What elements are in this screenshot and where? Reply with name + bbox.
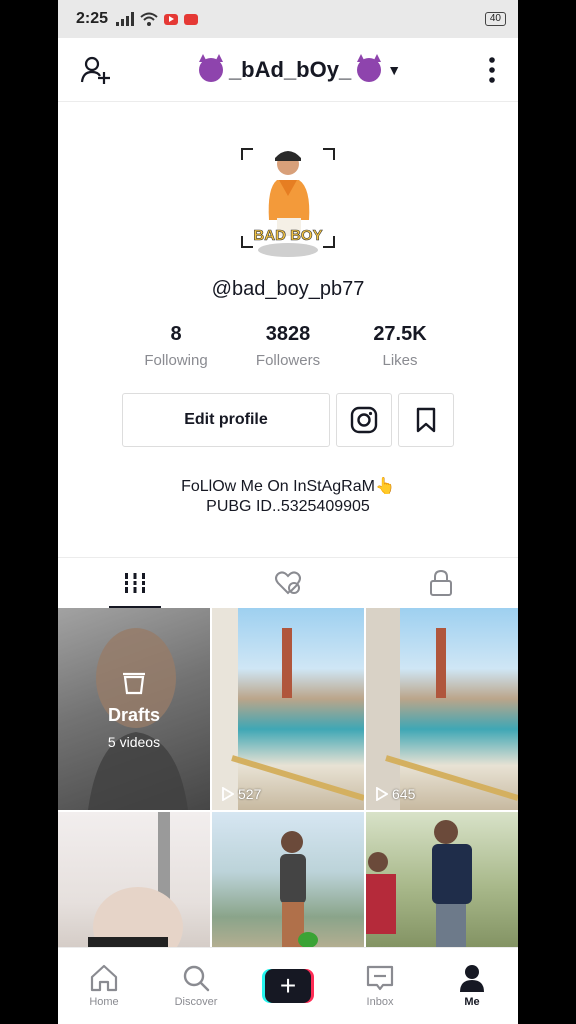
video-thumbnail-image [280,831,318,948]
video-grid: Drafts 5 videos 527 645 [58,608,518,962]
video-thumbnail[interactable]: 527 [212,608,364,810]
profile-stats: 8 Following 3828 Followers 27.5K Likes [58,323,518,369]
video-thumbnail[interactable]: 645 [366,608,518,810]
wifi-icon [140,12,158,26]
profile-tabs [58,557,518,608]
liked-hidden-icon [274,571,301,595]
username: @bad_boy_pb77 [211,278,365,300]
edit-profile-button[interactable]: Edit profile [122,393,330,447]
stat-label: Following [144,352,208,369]
signal-icon [116,12,135,26]
bio-line: PUBG ID..5325409905 [206,498,370,515]
video-thumbnail[interactable] [212,812,364,962]
devil-emoji-icon [198,53,223,82]
video-thumbnail-image [366,608,518,810]
nav-create[interactable]: + [242,969,334,1003]
devil-emoji-icon [357,53,382,82]
videos-grid-icon [123,573,146,593]
stat-label: Followers [255,352,321,369]
nav-discover[interactable]: Discover [150,964,242,1008]
stat-value: 27.5K [373,323,427,345]
video-thumbnail[interactable] [58,812,210,962]
video-thumbnail-image [88,812,183,962]
stat-value: 3828 [265,323,311,345]
instagram-icon [350,406,378,434]
video-thumbnail[interactable] [366,812,518,962]
play-icon [222,787,234,801]
tab-private[interactable] [365,558,518,608]
chevron-down-icon: ▼ [387,61,402,78]
bio-line: FoLlOw Me On InStAgRaM👆 [181,478,395,495]
profile-bio: FoLlOw Me On InStAgRaM👆 PUBG ID..5325409… [58,477,518,517]
instagram-button[interactable] [336,393,392,447]
inbox-icon [366,965,394,991]
status-icons [116,12,199,26]
nav-me[interactable]: Me [426,964,518,1008]
nav-label: Inbox [366,996,394,1008]
drafts-overlay: Drafts 5 videos [58,608,210,810]
drafts-box-icon [123,672,145,694]
profile-actions: Edit profile [58,393,518,447]
bottom-nav: Home Discover + Inbox Me [58,947,518,1024]
view-count-value: 645 [392,786,416,802]
play-icon [376,787,388,801]
view-count: 645 [376,786,415,802]
youtube-notification-icon [164,13,179,25]
nav-label: Home [89,996,119,1008]
video-thumbnail-image [366,820,472,962]
bookmark-icon [416,407,436,433]
stat-likes[interactable]: 27.5K Likes [344,323,456,369]
screen-record-icon [184,13,199,25]
search-icon [183,965,210,992]
more-vertical-icon[interactable] [488,56,496,83]
stat-following[interactable]: 8 Following [120,323,232,369]
nav-label: Me [464,996,480,1008]
nav-label: Discover [174,996,218,1008]
home-icon [90,964,118,992]
avatar-image: BAD BOY [253,151,323,257]
battery-icon: 40 [484,12,506,26]
drafts-title: Drafts [107,704,160,725]
tab-videos[interactable] [58,558,211,608]
status-time: 2:25 [76,10,109,27]
avatar-logo-text: BAD BOY [253,227,322,244]
view-count: 527 [222,786,261,802]
profile-icon [460,965,484,992]
status-bar: 2:25 40 [58,0,518,38]
drafts-tile[interactable]: Drafts 5 videos [58,608,210,810]
stat-followers[interactable]: 3828 Followers [232,323,344,369]
person-add-icon[interactable] [80,55,112,85]
lock-icon [430,570,453,596]
video-thumbnail-image [212,608,364,810]
nav-inbox[interactable]: Inbox [334,964,426,1008]
account-switcher[interactable]: _bAd_bOy_ ▼ [198,53,402,83]
phone-screen: 2:25 40 _bAd_bOy_ ▼ BAD BOY @bad_boy_pb7… [58,0,518,1024]
nav-home[interactable]: Home [58,964,150,1008]
create-plus-icon: + [262,969,314,1003]
view-count-value: 527 [238,786,262,802]
favorites-button[interactable] [398,393,454,447]
avatar[interactable]: BAD BOY [241,148,335,257]
drafts-count: 5 videos [107,733,161,750]
stat-value: 8 [170,323,182,345]
stat-label: Likes [382,352,418,369]
account-name: _bAd_bOy_ [228,56,352,82]
tab-liked[interactable] [211,558,364,608]
profile-header: _bAd_bOy_ ▼ [58,38,518,102]
